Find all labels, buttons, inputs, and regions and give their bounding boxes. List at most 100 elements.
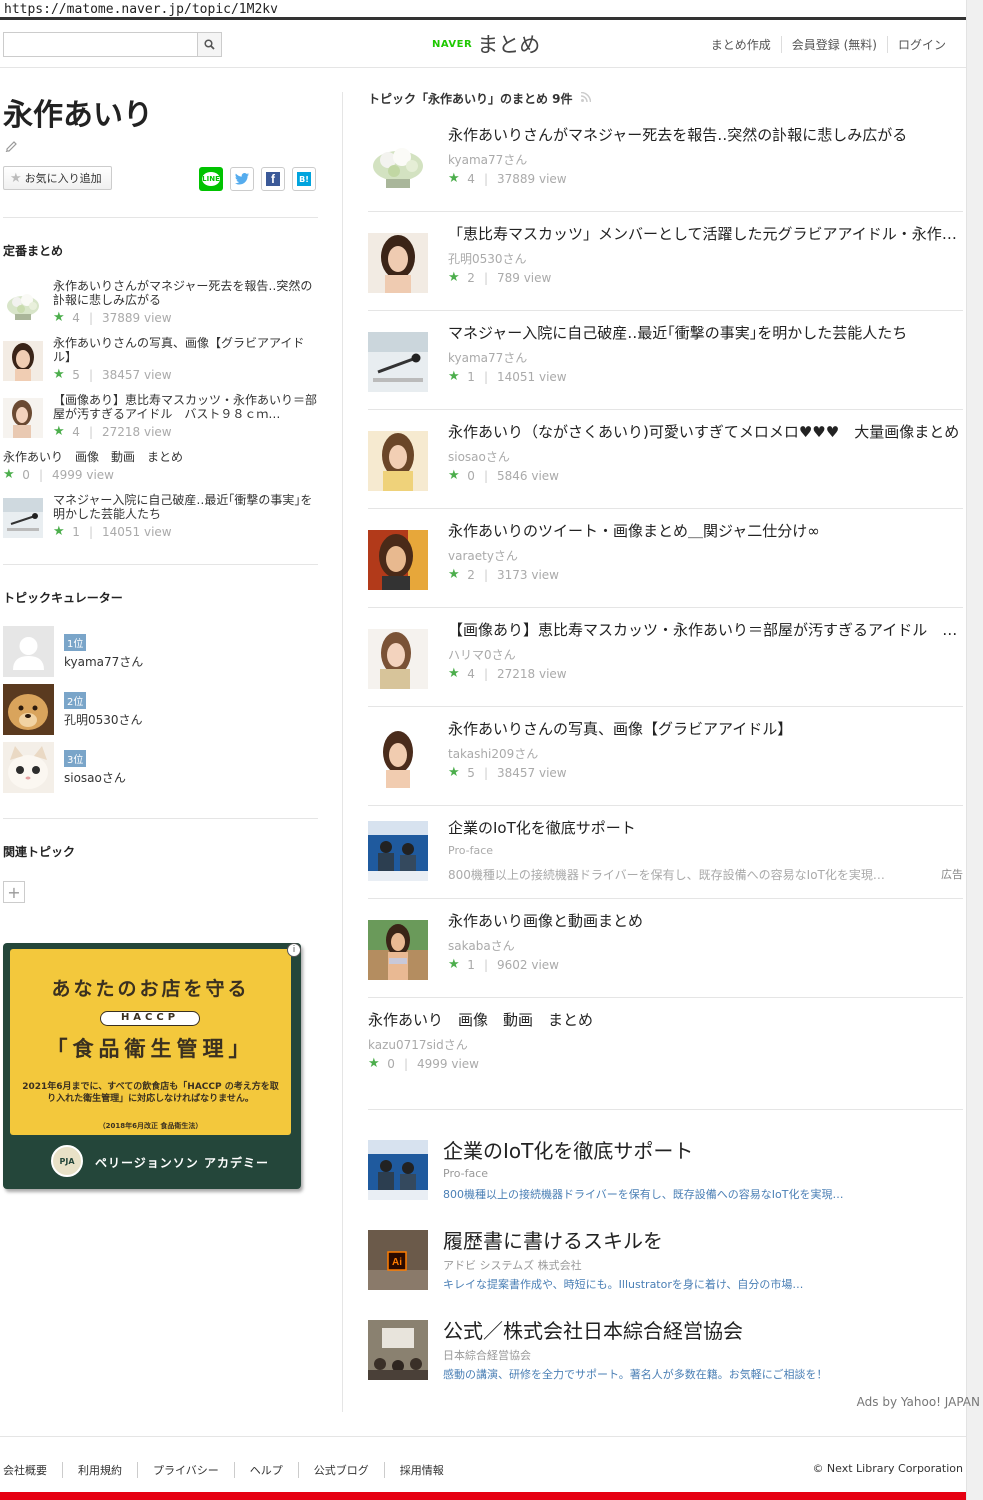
- add-related-topic-button[interactable]: +: [3, 881, 25, 903]
- ad-owl-logo: PJA: [51, 1145, 83, 1177]
- matome-title[interactable]: マネジャー入院に自己破産‥最近｢衝撃の事実｣を明かした芸能人たち: [448, 322, 963, 343]
- matome-author[interactable]: 孔明0530さん: [448, 250, 527, 267]
- matome-author[interactable]: varaetyさん: [448, 547, 518, 564]
- matome-title[interactable]: 【画像あり】恵比寿マスカッツ・永作あいり＝部屋が汚すぎるアイドル バスト９８ｃｍ: [448, 619, 963, 640]
- matome-meta: ★ 5 | 38457 view: [448, 765, 567, 780]
- standard-item[interactable]: 【画像あり】恵比寿マスカッツ・永作あいり＝部屋が汚すぎるアイドル バスト９８ｃｍ…: [3, 393, 318, 443]
- footer-link-terms[interactable]: 利用規約: [62, 1462, 137, 1478]
- matome-item[interactable]: 永作あいり（ながさくあいり)可愛いすぎてメロメロ♥♥♥ 大量画像まとめ sios…: [368, 410, 963, 509]
- nav-register[interactable]: 会員登録 (無料): [780, 36, 887, 53]
- yahoo-ad-item[interactable]: 公式／株式会社日本綜合経営協会 日本綜合経営協会 感動の講演、研修を全力でサポー…: [368, 1319, 963, 1400]
- standard-item[interactable]: 永作あいりさんがマネジャー死去を報告‥突然の訃報に悲しみ広がる ★ 4 | 3788…: [3, 279, 318, 329]
- search-input[interactable]: [4, 33, 199, 56]
- ad-title[interactable]: 企業のIoT化を徹底サポート: [448, 817, 963, 838]
- footer-link-privacy[interactable]: プライバシー: [137, 1462, 234, 1478]
- site-logo[interactable]: NAVER まとめ: [432, 29, 540, 59]
- standard-item-meta: ★ 1 | 14051 view: [53, 524, 172, 539]
- search-button[interactable]: [197, 33, 221, 56]
- curator-heading: トピックキュレーター: [3, 591, 123, 605]
- copyright: © Next Library Corporation: [812, 1462, 963, 1475]
- yahoo-ad-title[interactable]: 公式／株式会社日本綜合経営協会: [443, 1315, 743, 1344]
- matome-item[interactable]: 永作あいり 画像 動画 まとめ kazu0717sidさん ★ 0 | 4999 v…: [368, 998, 963, 1110]
- yahoo-ad-item[interactable]: 企業のIoT化を徹底サポート Pro-face 800機種以上の接続機器ドライバ…: [368, 1139, 963, 1220]
- haccp-ad-banner[interactable]: あなたのお店を守る HACCP 「食品衛生管理」 2021年6月までに、すべての…: [3, 943, 301, 1189]
- matome-title[interactable]: 永作あいりさんがマネジャー死去を報告‥突然の訃報に悲しみ広がる: [448, 124, 963, 145]
- matome-title[interactable]: 永作あいりのツイート・画像まとめ＿関ジャ二仕分け∞: [448, 520, 963, 541]
- curator-item[interactable]: 2位 孔明0530さん: [3, 684, 303, 735]
- ads-by-yahoo[interactable]: Ads by Yahoo! JAPAN: [857, 1395, 980, 1409]
- thumbnail: [368, 821, 428, 881]
- hatena-bookmark-icon[interactable]: B!: [292, 167, 316, 191]
- matome-title[interactable]: 永作あいり 画像 動画 まとめ: [368, 1009, 883, 1030]
- yahoo-ad-item[interactable]: Ai 履歴書に書けるスキルを アドビ システムズ 株式会社 キレイな提案書作成や…: [368, 1229, 963, 1310]
- matome-title[interactable]: 永作あいり画像と動画まとめ: [448, 910, 963, 931]
- standard-item[interactable]: 永作あいりさんの写真、画像【グラビアアイドル】 ★ 5 | 38457 view: [3, 336, 318, 386]
- standard-item[interactable]: マネジャー入院に自己破産‥最近｢衝撃の事実｣を明かした芸能人たち ★ 1 | 140…: [3, 493, 318, 543]
- thumbnail: [3, 341, 43, 381]
- ad-info-icon[interactable]: i: [287, 943, 301, 957]
- ad-headline: あなたのお店を守る: [51, 978, 250, 1000]
- nav-login[interactable]: ログイン: [886, 36, 946, 53]
- favorite-add-button[interactable]: ★ お気に入り追加: [3, 166, 112, 190]
- page-title: 永作あいり: [3, 98, 153, 133]
- matome-title[interactable]: 永作あいりさんの写真、画像【グラビアアイドル】: [448, 718, 963, 739]
- matome-item[interactable]: マネジャー入院に自己破産‥最近｢衝撃の事実｣を明かした芸能人たち kyama77…: [368, 311, 963, 410]
- line-share-icon[interactable]: LINE: [199, 167, 223, 191]
- nav-create-matome[interactable]: まとめ作成: [701, 36, 781, 53]
- matome-item[interactable]: 永作あいりのツイート・画像まとめ＿関ジャ二仕分け∞ varaetyさん ★ 2 |…: [368, 509, 963, 608]
- curator-name[interactable]: 孔明0530さん: [64, 711, 143, 728]
- matome-author[interactable]: takashi209さん: [448, 745, 538, 762]
- matome-item[interactable]: 【画像あり】恵比寿マスカッツ・永作あいり＝部屋が汚すぎるアイドル バスト９８ｃｍ…: [368, 608, 963, 707]
- yahoo-ad-description[interactable]: 感動の講演、研修を全力でサポート。著名人が多数在籍。お気軽にご相談を！: [443, 1366, 828, 1382]
- matome-author[interactable]: sakabaさん: [448, 937, 515, 954]
- matome-item[interactable]: 永作あいり画像と動画まとめ sakabaさん ★ 1 | 9602 view: [368, 899, 963, 998]
- matome-title[interactable]: 「恵比寿マスカッツ」メンバーとして活躍した元グラビアアイドル・永作あいり: [448, 223, 963, 244]
- page-scrollbar[interactable]: [966, 0, 983, 1500]
- yahoo-ad-description[interactable]: キレイな提案書作成や、時短にも。Illustratorを身に着け、自分の市場…: [443, 1276, 803, 1292]
- ad-note: （2018年6月改正 食品衛生法）: [98, 1122, 203, 1130]
- star-icon: ★: [448, 765, 460, 780]
- footer-link-recruit[interactable]: 採用情報: [383, 1462, 459, 1478]
- svg-text:Ai: Ai: [392, 1257, 402, 1268]
- ad-label: 広告: [941, 868, 963, 881]
- curator-item[interactable]: 3位 siosaoさん: [3, 742, 303, 793]
- footer-link-company[interactable]: 会社概要: [3, 1462, 62, 1478]
- matome-author[interactable]: kyama77さん: [448, 151, 527, 168]
- matome-meta: ★ 2 | 789 view: [448, 270, 552, 285]
- matome-author[interactable]: kyama77さん: [448, 349, 527, 366]
- twitter-share-icon[interactable]: [230, 167, 254, 191]
- standard-item-title: 永作あいりさんがマネジャー死去を報告‥突然の訃報に悲しみ広がる: [53, 279, 313, 307]
- inline-ad-item[interactable]: 企業のIoT化を徹底サポート Pro-face 800機種以上の接続機器ドライバ…: [368, 806, 963, 899]
- address-bar[interactable]: https://matome.naver.jp/topic/1M2kv: [0, 0, 966, 20]
- yahoo-ad-title[interactable]: 企業のIoT化を徹底サポート: [443, 1135, 693, 1164]
- standard-item-meta: ★ 4 | 37889 view: [53, 310, 172, 325]
- footer-link-help[interactable]: ヘルプ: [233, 1462, 298, 1478]
- matome-author[interactable]: ハリマ0さん: [448, 646, 516, 663]
- matome-meta: ★ 0 | 4999 view: [368, 1056, 479, 1071]
- star-icon: ★: [53, 524, 65, 539]
- matome-author[interactable]: kazu0717sidさん: [368, 1036, 468, 1053]
- star-icon: ★: [3, 467, 15, 482]
- matome-item[interactable]: 永作あいりさんがマネジャー死去を報告‥突然の訃報に悲しみ広がる kyama77さ…: [368, 113, 963, 212]
- facebook-share-icon[interactable]: f: [261, 167, 285, 191]
- related-topics-heading: 関連トピック: [3, 845, 76, 859]
- ad-headline2: 「食品衛生管理」: [46, 1037, 255, 1061]
- matome-item[interactable]: 永作あいりさんの写真、画像【グラビアアイドル】 takashi209さん ★ 5…: [368, 707, 963, 806]
- matome-author[interactable]: siosaoさん: [448, 448, 510, 465]
- yahoo-ad-title[interactable]: 履歴書に書けるスキルを: [443, 1225, 663, 1254]
- standard-item[interactable]: 永作あいり 画像 動画 まとめ ★ 0 | 4999 view: [3, 450, 318, 484]
- curator-name[interactable]: siosaoさん: [64, 769, 126, 786]
- footer-links: 会社概要 利用規約 プライバシー ヘルプ 公式ブログ 採用情報: [3, 1462, 459, 1478]
- matome-meta: ★ 0 | 5846 view: [448, 468, 559, 483]
- yahoo-ad-description[interactable]: 800機種以上の接続機器ドライバーを保有し、既存設備への容易なIoT化を実現…: [443, 1186, 843, 1202]
- standard-item-meta: ★ 4 | 27218 view: [53, 424, 172, 439]
- curator-item[interactable]: 1位 kyama77さん: [3, 626, 303, 677]
- thumbnail: [3, 498, 43, 538]
- matome-item[interactable]: 「恵比寿マスカッツ」メンバーとして活躍した元グラビアアイドル・永作あいり 孔明0…: [368, 212, 963, 311]
- footer-link-blog[interactable]: 公式ブログ: [297, 1462, 384, 1478]
- rss-icon[interactable]: [580, 91, 591, 105]
- matome-title[interactable]: 永作あいり（ながさくあいり)可愛いすぎてメロメロ♥♥♥ 大量画像まとめ: [448, 421, 963, 442]
- pencil-icon[interactable]: [5, 138, 19, 152]
- matome-meta: ★ 2 | 3173 view: [448, 567, 559, 582]
- curator-name[interactable]: kyama77さん: [64, 653, 143, 670]
